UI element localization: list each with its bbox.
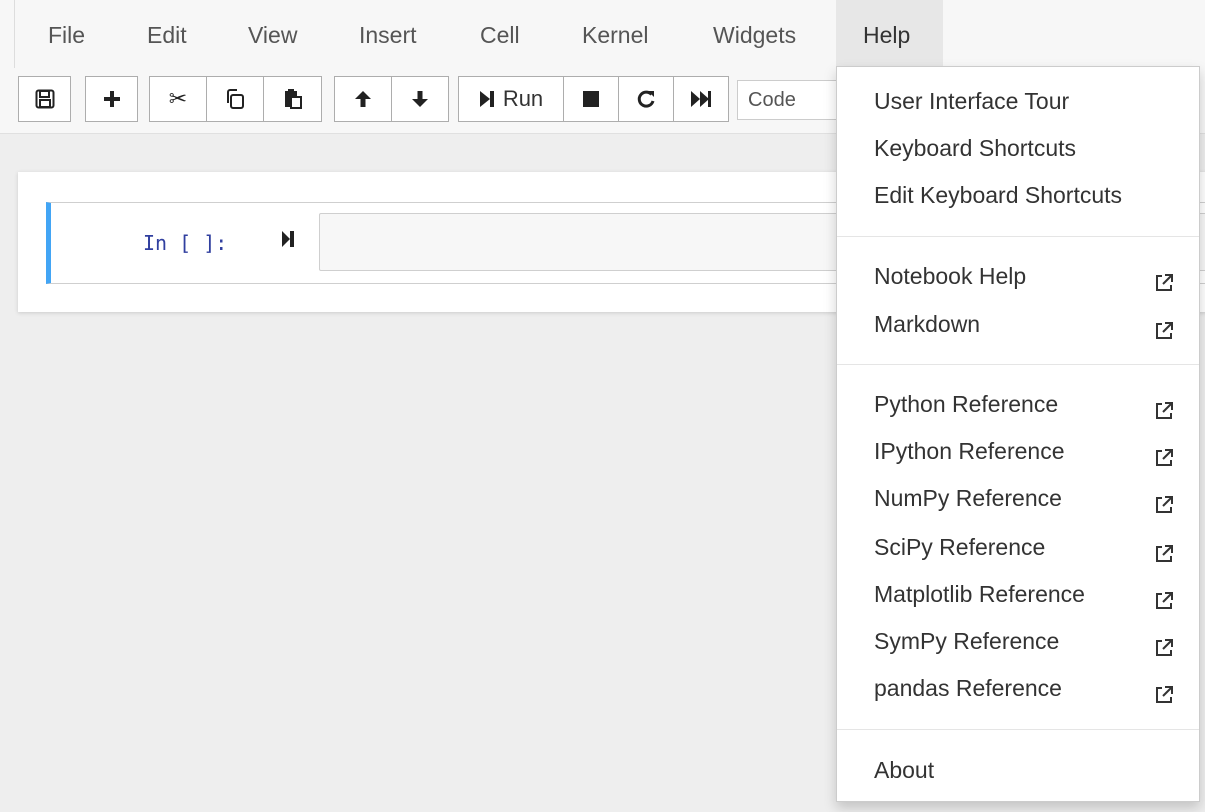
menu-file[interactable]: File [34,0,99,68]
stop-icon [582,90,600,108]
paste-button[interactable] [263,76,322,122]
menu-item-numpy-reference[interactable]: NumPy Reference [837,477,1199,519]
plus-icon [102,89,122,109]
restart-kernel-button[interactable] [618,76,674,122]
step-forward-icon [479,90,495,108]
external-link-icon [1153,440,1175,482]
menu-kernel[interactable]: Kernel [568,0,662,68]
move-down-button[interactable] [391,76,449,122]
external-link-icon [1153,536,1175,578]
menu-item-matplotlib-reference[interactable]: Matplotlib Reference [837,573,1199,615]
menu-divider [837,236,1199,237]
menu-item-ipython-reference[interactable]: IPython Reference [837,430,1199,472]
help-dropdown-menu: User Interface Tour Keyboard Shortcuts E… [836,66,1200,802]
save-icon [35,89,55,109]
run-label: Run [502,86,544,111]
menu-view[interactable]: View [234,0,311,68]
menu-widgets[interactable]: Widgets [699,0,810,68]
menu-item-about[interactable]: About [837,749,1199,791]
external-link-icon [1153,677,1175,719]
arrow-up-icon [353,89,373,109]
menu-item-notebook-help[interactable]: Notebook Help [837,255,1199,297]
cell-type-select[interactable]: Code [737,80,847,120]
arrow-down-icon [410,89,430,109]
menu-bar: File Edit View Insert Cell Kernel Widget… [0,0,1205,68]
external-link-icon [1153,487,1175,529]
menu-help[interactable]: Help [836,0,943,68]
fast-forward-icon [690,90,712,108]
run-cell-icon[interactable] [281,229,295,254]
external-link-icon [1153,265,1175,307]
menu-cell[interactable]: Cell [466,0,534,68]
add-cell-button[interactable] [85,76,138,122]
save-button[interactable] [18,76,71,122]
copy-icon [224,88,246,110]
move-up-button[interactable] [334,76,392,122]
menu-item-sympy-reference[interactable]: SymPy Reference [837,620,1199,662]
menu-item-keyboard-shortcuts[interactable]: Keyboard Shortcuts [837,127,1199,169]
external-link-icon [1153,393,1175,435]
menu-divider [837,729,1199,730]
menu-divider [837,364,1199,365]
menu-item-edit-keyboard-shortcuts[interactable]: Edit Keyboard Shortcuts [837,174,1199,216]
run-button[interactable]: Run [458,76,564,122]
cut-icon: ✂ [168,86,188,111]
restart-run-all-button[interactable] [673,76,729,122]
external-link-icon [1153,583,1175,625]
external-link-icon [1153,630,1175,672]
jupyter-notebook-app: File Edit View Insert Cell Kernel Widget… [0,0,1205,812]
menu-item-python-reference[interactable]: Python Reference [837,383,1199,425]
menu-insert[interactable]: Insert [345,0,431,68]
menu-item-pandas-reference[interactable]: pandas Reference [837,667,1199,709]
interrupt-kernel-button[interactable] [563,76,619,122]
paste-icon [282,88,304,110]
menu-item-markdown[interactable]: Markdown [837,303,1199,345]
input-prompt: In [ ]: [143,231,228,255]
menu-edit[interactable]: Edit [133,0,201,68]
external-link-icon [1153,313,1175,355]
cut-button[interactable]: ✂ [149,76,207,122]
menu-item-user-interface-tour[interactable]: User Interface Tour [837,80,1199,122]
copy-button[interactable] [206,76,264,122]
restart-icon [636,89,656,109]
menu-item-scipy-reference[interactable]: SciPy Reference [837,526,1199,568]
